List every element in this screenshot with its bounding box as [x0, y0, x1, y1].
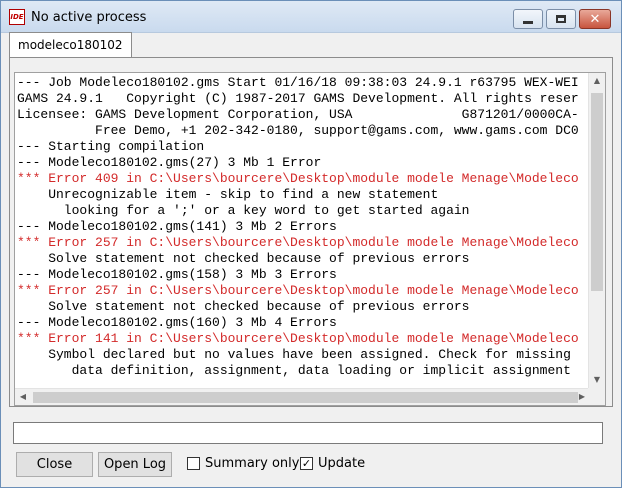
log-line: --- Starting compilation: [17, 139, 205, 154]
log-line: looking for a ';' or a key word to get s…: [17, 203, 470, 218]
command-input[interactable]: [13, 422, 603, 444]
log-line: Solve statement not checked because of p…: [17, 299, 470, 314]
close-window-button[interactable]: ✕: [579, 9, 611, 29]
log-lines: --- Job Modeleco180102.gms Start 01/16/1…: [17, 75, 592, 385]
tab-strip: modeleco180102: [9, 32, 613, 58]
close-button[interactable]: Close: [16, 452, 93, 477]
log-line: --- Modeleco180102.gms(27) 3 Mb 1 Error: [17, 155, 322, 170]
log-line: Solve statement not checked because of p…: [17, 251, 470, 266]
gams-process-window: IDE No active process ✕ modeleco180102 -…: [0, 0, 622, 488]
gams-ide-app-icon: IDE: [9, 9, 25, 25]
vertical-scrollbar[interactable]: ▲ ▼: [588, 73, 605, 388]
scroll-up-arrow-icon[interactable]: ▲: [589, 73, 605, 89]
minimize-button[interactable]: [513, 9, 543, 29]
log-line: --- Modeleco180102.gms(158) 3 Mb 3 Error…: [17, 267, 337, 282]
maximize-icon: [556, 15, 566, 23]
update-label[interactable]: Update: [318, 456, 365, 471]
log-line: --- Job Modeleco180102.gms Start 01/16/1…: [17, 75, 579, 90]
scrollbar-corner: [588, 388, 605, 405]
log-line-error[interactable]: *** Error 257 in C:\Users\bourcere\Deskt…: [17, 235, 592, 251]
scroll-down-arrow-icon[interactable]: ▼: [589, 372, 605, 388]
minimize-icon: [523, 21, 533, 24]
log-line-error[interactable]: *** Error 409 in C:\Users\bourcere\Deskt…: [17, 171, 592, 187]
update-option[interactable]: ✓ Update: [300, 456, 365, 471]
window-title: No active process: [31, 10, 147, 25]
log-line: Unrecognizable item - skip to find a new…: [17, 187, 439, 202]
log-line: Licensee: GAMS Development Corporation, …: [17, 107, 579, 122]
close-icon: ✕: [589, 11, 601, 27]
maximize-button[interactable]: [546, 9, 576, 29]
log-line: data definition, assignment, data loadin…: [17, 363, 571, 378]
summary-only-checkbox[interactable]: [187, 457, 200, 470]
log-line-error[interactable]: *** Error 257 in C:\Users\bourcere\Deskt…: [17, 283, 592, 299]
log-line: GAMS 24.9.1 Copyright (C) 1987-2017 GAMS…: [17, 91, 579, 106]
log-line: --- Modeleco180102.gms(141) 3 Mb 2 Error…: [17, 219, 337, 234]
tab-modeleco180102[interactable]: modeleco180102: [9, 32, 132, 58]
horizontal-scrollbar[interactable]: ◀ ▶: [15, 388, 590, 405]
log-line: Free Demo, +1 202-342-0180, support@gams…: [17, 123, 579, 138]
update-checkbox[interactable]: ✓: [300, 457, 313, 470]
open-log-button[interactable]: Open Log: [98, 452, 172, 477]
log-line: Symbol declared but no values have been …: [17, 347, 571, 362]
scroll-left-arrow-icon[interactable]: ◀: [15, 389, 31, 405]
horizontal-scroll-thumb[interactable]: [33, 392, 578, 403]
log-line: --- Modeleco180102.gms(160) 3 Mb 4 Error…: [17, 315, 337, 330]
summary-only-label[interactable]: Summary only: [205, 456, 299, 471]
vertical-scroll-thumb[interactable]: [591, 93, 603, 291]
title-bar[interactable]: IDE No active process ✕: [1, 1, 621, 33]
process-log-output[interactable]: --- Job Modeleco180102.gms Start 01/16/1…: [14, 72, 606, 406]
log-line-error[interactable]: *** Error 141 in C:\Users\bourcere\Deskt…: [17, 331, 592, 347]
summary-only-option[interactable]: Summary only: [187, 456, 299, 471]
